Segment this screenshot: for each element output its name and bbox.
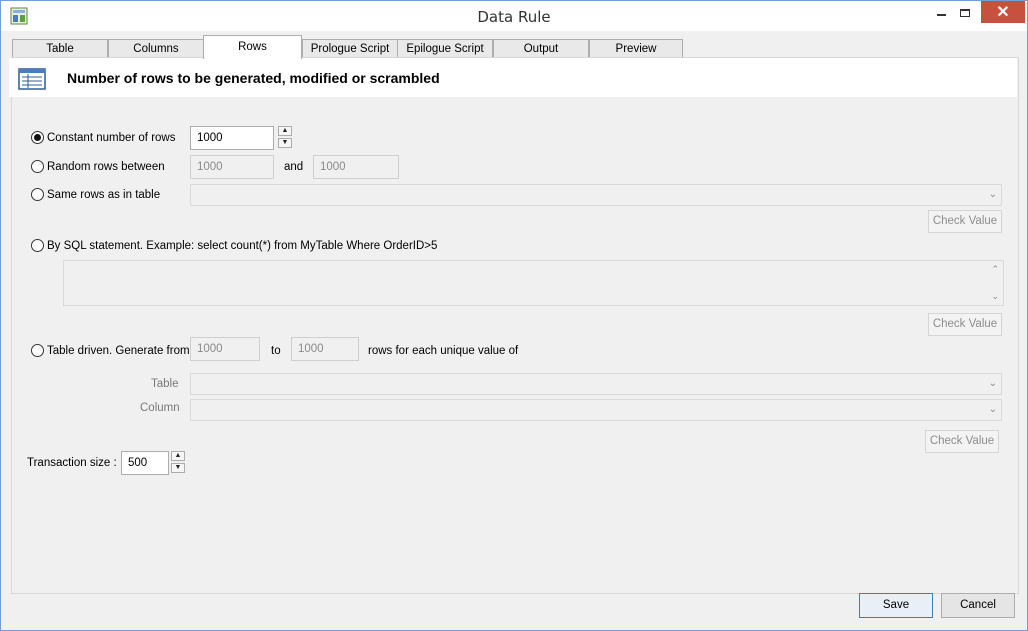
tab-columns[interactable]: Columns <box>108 39 204 58</box>
minimize-icon <box>936 14 946 16</box>
random-rows-label: Random rows between <box>47 160 165 173</box>
table-driven-table-label: Table <box>151 378 179 390</box>
constant-rows-label: Constant number of rows <box>47 131 176 144</box>
chevron-down-icon: ⌄ <box>988 378 997 389</box>
table-driven-table-select[interactable]: ⌄ <box>190 373 1002 395</box>
same-rows-option[interactable]: Same rows as in table <box>31 188 160 201</box>
title-bar: Data Rule ✕ <box>1 1 1027 31</box>
panel-title: Number of rows to be generated, modified… <box>67 70 440 86</box>
table-driven-suffix-label: rows for each unique value of <box>368 345 519 357</box>
random-rows-to-input[interactable]: 1000 <box>313 155 399 179</box>
table-rows-icon <box>18 68 46 90</box>
table-driven-column-label: Column <box>140 402 180 414</box>
scroll-down-icon[interactable]: ⌄ <box>991 291 999 302</box>
tab-rows[interactable]: Rows <box>203 35 302 59</box>
close-icon: ✕ <box>996 4 1010 21</box>
transaction-size-input[interactable]: 500 <box>121 451 169 475</box>
constant-rows-input[interactable]: 1000 <box>190 126 274 150</box>
sql-radio[interactable] <box>31 239 44 252</box>
sql-textarea[interactable]: ⌃ ⌄ <box>63 260 1004 306</box>
constant-rows-radio[interactable] <box>31 131 44 144</box>
cancel-button[interactable]: Cancel <box>941 593 1015 618</box>
sql-label: By SQL statement. Example: select count(… <box>47 239 438 252</box>
window-title: Data Rule <box>477 8 551 26</box>
table-driven-to-label: to <box>271 345 281 357</box>
panel-header: Number of rows to be generated, modified… <box>9 58 1017 97</box>
scroll-up-icon[interactable]: ⌃ <box>991 264 999 275</box>
close-button[interactable]: ✕ <box>981 1 1025 23</box>
stepper-down-icon[interactable]: ▼ <box>278 138 292 148</box>
table-driven-check-value-button[interactable]: Check Value <box>925 430 999 453</box>
constant-rows-option[interactable]: Constant number of rows <box>31 131 175 144</box>
constant-rows-stepper[interactable]: ▲ ▼ <box>278 126 292 148</box>
tab-epilogue-script[interactable]: Epilogue Script <box>397 39 493 58</box>
random-rows-option[interactable]: Random rows between <box>31 160 165 173</box>
chevron-down-icon: ⌄ <box>988 404 997 415</box>
table-driven-to-input[interactable]: 1000 <box>291 337 359 361</box>
sql-option[interactable]: By SQL statement. Example: select count(… <box>31 239 437 252</box>
tab-prologue-script[interactable]: Prologue Script <box>302 39 398 58</box>
chevron-down-icon: ⌄ <box>988 189 997 200</box>
table-driven-option[interactable]: Table driven. Generate from <box>31 344 190 357</box>
maximize-icon <box>960 9 970 17</box>
transaction-size-label: Transaction size : <box>27 457 117 469</box>
table-driven-radio[interactable] <box>31 344 44 357</box>
same-rows-table-select[interactable]: ⌄ <box>190 184 1002 206</box>
tab-output[interactable]: Output <box>493 39 589 58</box>
tab-table[interactable]: Table <box>12 39 108 58</box>
random-rows-from-input[interactable]: 1000 <box>190 155 274 179</box>
table-driven-label: Table driven. Generate from <box>47 344 190 357</box>
table-driven-column-select[interactable]: ⌄ <box>190 399 1002 421</box>
same-rows-radio[interactable] <box>31 188 44 201</box>
transaction-size-stepper[interactable]: ▲ ▼ <box>171 451 185 473</box>
stepper-down-icon[interactable]: ▼ <box>171 463 185 473</box>
same-rows-check-value-button[interactable]: Check Value <box>928 210 1002 233</box>
save-button[interactable]: Save <box>859 593 933 618</box>
sql-check-value-button[interactable]: Check Value <box>928 313 1002 336</box>
table-driven-from-input[interactable]: 1000 <box>190 337 260 361</box>
random-rows-radio[interactable] <box>31 160 44 173</box>
stepper-up-icon[interactable]: ▲ <box>278 126 292 136</box>
tab-preview[interactable]: Preview <box>589 39 683 58</box>
same-rows-label: Same rows as in table <box>47 188 161 201</box>
data-rule-window: Data Rule ✕ Table Columns Rows Prologue … <box>0 0 1028 631</box>
stepper-up-icon[interactable]: ▲ <box>171 451 185 461</box>
random-and-label: and <box>284 161 304 173</box>
maximize-button[interactable] <box>951 1 979 25</box>
